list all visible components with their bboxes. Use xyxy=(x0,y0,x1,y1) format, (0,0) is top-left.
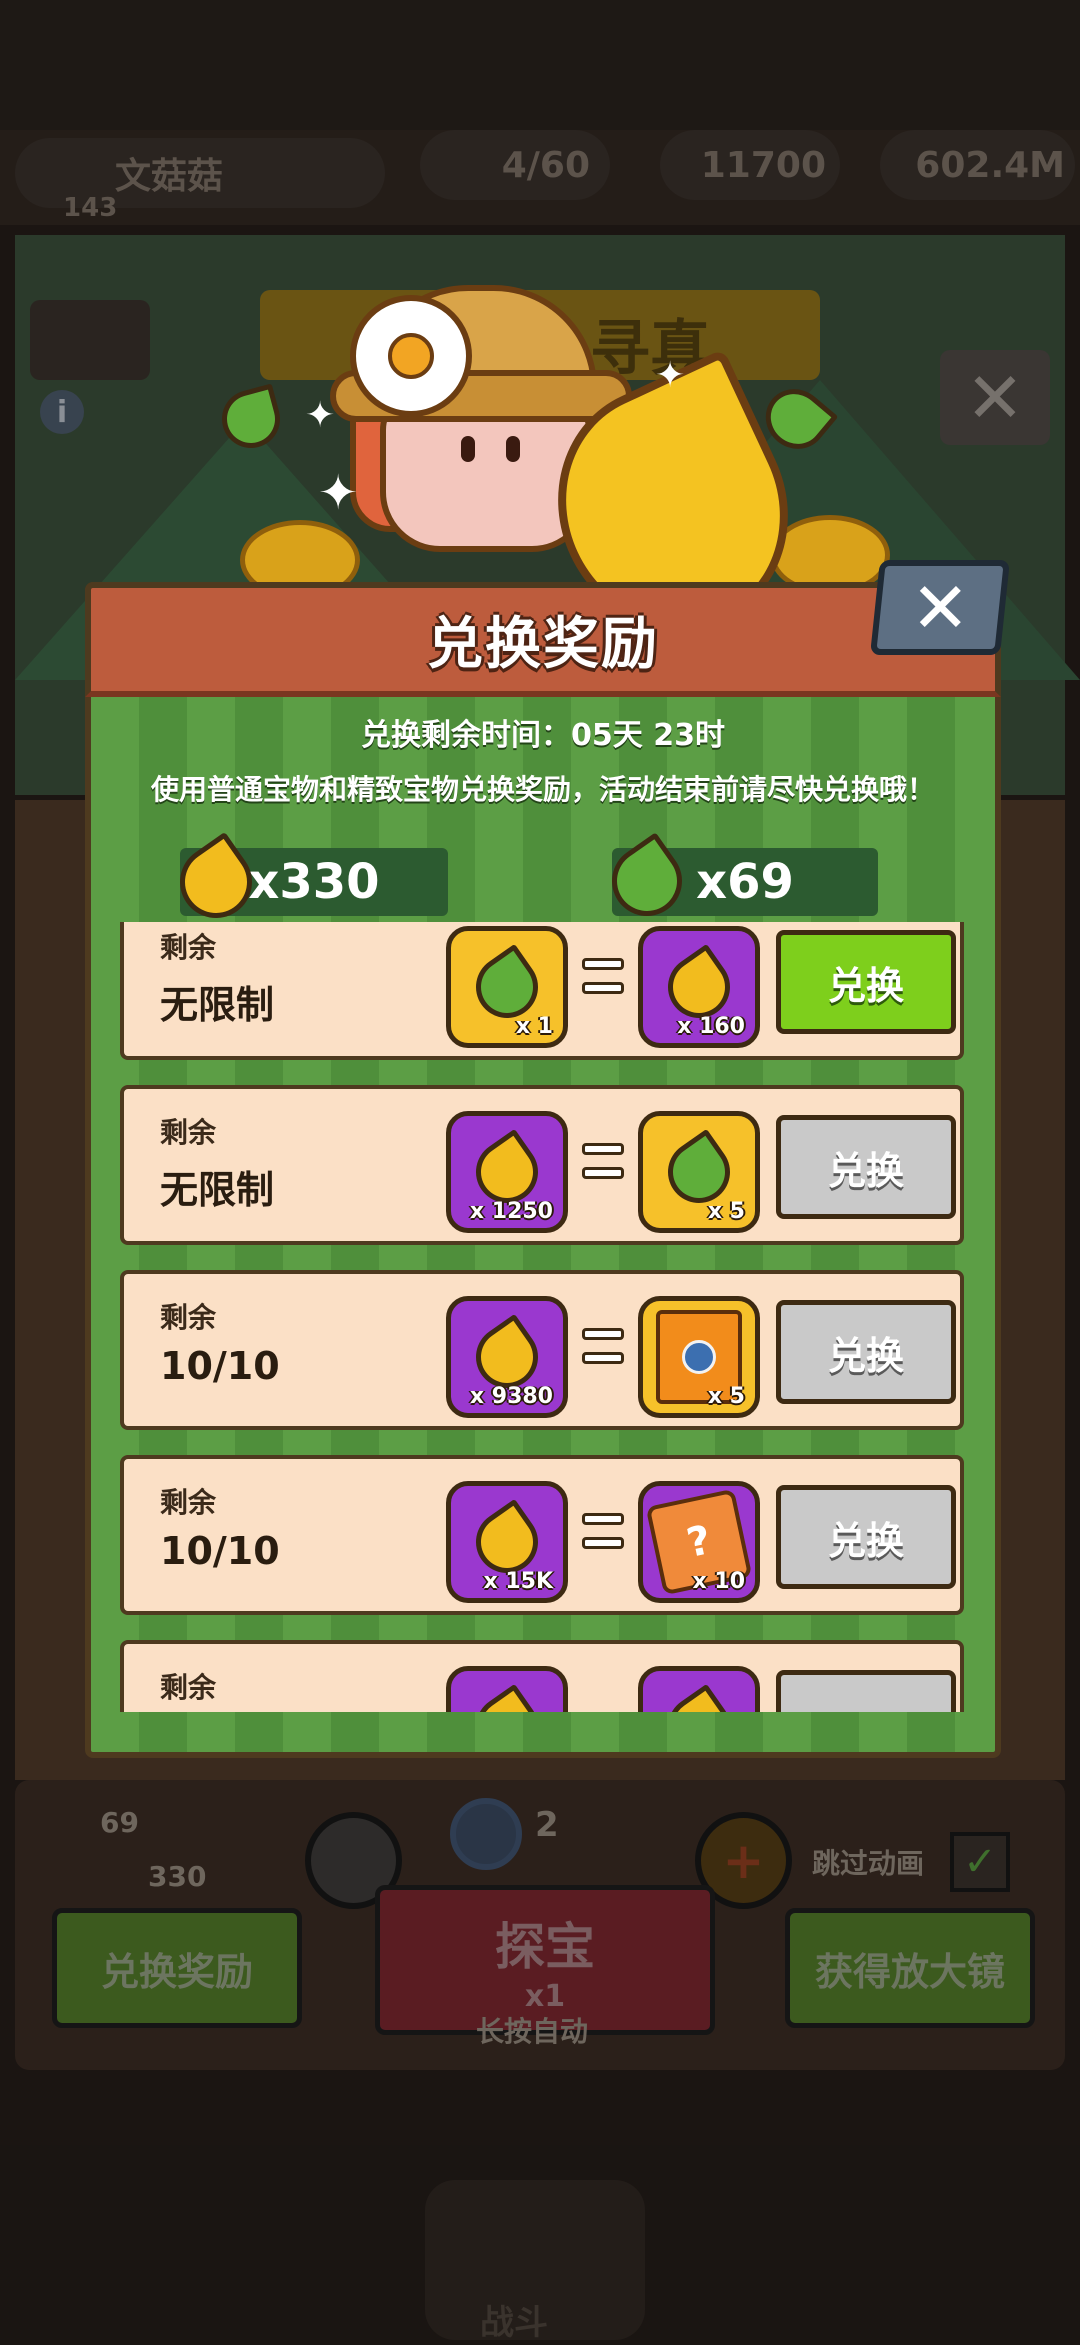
stat-value: 4/60 xyxy=(501,144,590,186)
green-leaf-count: 69 xyxy=(100,1806,139,1839)
reward-qty: x 160 xyxy=(677,1014,745,1039)
reward-qty: x 5 xyxy=(707,1199,745,1224)
player-info: 文菇菇 143 xyxy=(15,138,385,223)
exchange-description: 使用普通宝物和精致宝物兑换奖励，活动结束前请尽快兑换哦！ xyxy=(150,773,935,806)
nav-battle-label: 战斗 xyxy=(480,2303,548,2343)
reward-item: x 160 xyxy=(638,926,760,1048)
player-level: 143 xyxy=(63,193,118,223)
equals-icon xyxy=(582,1328,624,1366)
modal-title: 兑换奖励 xyxy=(427,612,659,677)
exchange-button[interactable]: 兑换 xyxy=(776,930,956,1034)
stat-value: 602.4M xyxy=(915,144,1065,186)
green-leaf-balance-value: x69 xyxy=(696,854,794,910)
exchange-row: 剩余 10/10 x 9380 x 5 兑换 xyxy=(120,1270,964,1430)
equals-icon xyxy=(582,1513,624,1551)
reward-qty: x 5 xyxy=(707,1384,745,1409)
remaining-value: 无限制 xyxy=(160,983,275,1027)
magnifier-count: 2 xyxy=(535,1805,559,1845)
background-close-icon[interactable]: ✕ xyxy=(940,350,1050,445)
cost-item: x 15K xyxy=(446,1481,568,1603)
exchange-row: 剩余 xyxy=(120,1640,964,1712)
exchange-button[interactable] xyxy=(776,1670,956,1712)
skip-animation-label: 跳过动画 xyxy=(812,1847,925,1880)
gold-leaf-icon xyxy=(463,1683,551,1712)
flower-icon xyxy=(350,295,472,417)
dig-button-label: 探宝 xyxy=(495,1917,595,1976)
exchange-row: 剩余 无限制 x 1 x 160 兑换 xyxy=(120,922,964,1060)
close-button[interactable]: ✕ xyxy=(870,560,1010,655)
reward-item: x 5 xyxy=(638,1296,760,1418)
cost-qty: x 9380 xyxy=(469,1384,553,1409)
exchange-button[interactable]: 兑换 xyxy=(776,1300,956,1404)
cost-item xyxy=(446,1666,568,1712)
equals-icon xyxy=(582,1143,624,1181)
cost-item: x 1 xyxy=(446,926,568,1048)
sparkle-icon: ✦ xyxy=(305,395,336,436)
exchange-row: 剩余 无限制 x 1250 x 5 兑换 xyxy=(120,1085,964,1245)
sparkle-icon: ✦ xyxy=(318,465,359,521)
dig-hint: 长按自动 xyxy=(476,2015,589,2048)
dig-cost: x1 xyxy=(524,1978,566,2014)
equals-icon xyxy=(582,958,624,996)
menu-icon[interactable] xyxy=(30,300,150,380)
modal-header: 兑换奖励 xyxy=(85,582,1001,697)
skip-animation-checkbox[interactable]: ✓ xyxy=(950,1832,1010,1892)
stat-pill-3: 602.4M xyxy=(880,130,1075,200)
reward-qty: x 10 xyxy=(692,1569,745,1594)
get-magnifier-button[interactable]: 获得放大镜 xyxy=(785,1908,1035,2028)
gold-leaf-icon xyxy=(655,1683,743,1712)
magnifier-icon xyxy=(450,1798,522,1870)
info-icon[interactable]: i xyxy=(40,390,84,434)
remaining-label: 剩余 xyxy=(160,1301,217,1334)
exchange-row: 剩余 10/10 x 15K ? x 10 兑换 xyxy=(120,1455,964,1615)
remaining-label: 剩余 xyxy=(160,1671,217,1704)
reward-item: x 5 xyxy=(638,1111,760,1233)
exchange-list[interactable]: 剩余 无限制 x 1 x 160 兑换 剩余 无限制 x 1250 x 5 兑换… xyxy=(118,922,968,1712)
exchange-rewards-button[interactable]: 兑换奖励 xyxy=(52,1908,302,2028)
remaining-label: 剩余 xyxy=(160,931,217,964)
sparkle-icon: ✦ xyxy=(655,355,686,396)
cost-qty: x 1 xyxy=(515,1014,553,1039)
remaining-label: 剩余 xyxy=(160,1486,217,1519)
exchange-button[interactable]: 兑换 xyxy=(776,1115,956,1219)
cost-item: x 1250 xyxy=(446,1111,568,1233)
exchange-button[interactable]: 兑换 xyxy=(776,1485,956,1589)
close-icon: ✕ xyxy=(910,566,970,649)
remaining-value: 无限制 xyxy=(160,1168,275,1212)
gold-leaf-balance-value: x330 xyxy=(248,854,380,910)
remaining-value: 10/10 xyxy=(160,1529,280,1573)
stat-pill-2: 11700 xyxy=(660,130,840,200)
gold-leaf-count: 330 xyxy=(148,1860,207,1893)
cost-qty: x 1250 xyxy=(469,1199,553,1224)
player-name: 文菇菇 xyxy=(115,156,224,197)
exchange-countdown: 兑换剩余时间：05天 23时 xyxy=(361,718,725,753)
stat-value: 11700 xyxy=(700,144,826,186)
remaining-value: 10/10 xyxy=(160,1344,280,1388)
stat-pill-1: 4/60 xyxy=(420,130,610,200)
reward-item: ? x 10 xyxy=(638,1481,760,1603)
reward-item xyxy=(638,1666,760,1712)
remaining-label: 剩余 xyxy=(160,1116,217,1149)
cost-qty: x 15K xyxy=(483,1569,553,1594)
cost-item: x 9380 xyxy=(446,1296,568,1418)
